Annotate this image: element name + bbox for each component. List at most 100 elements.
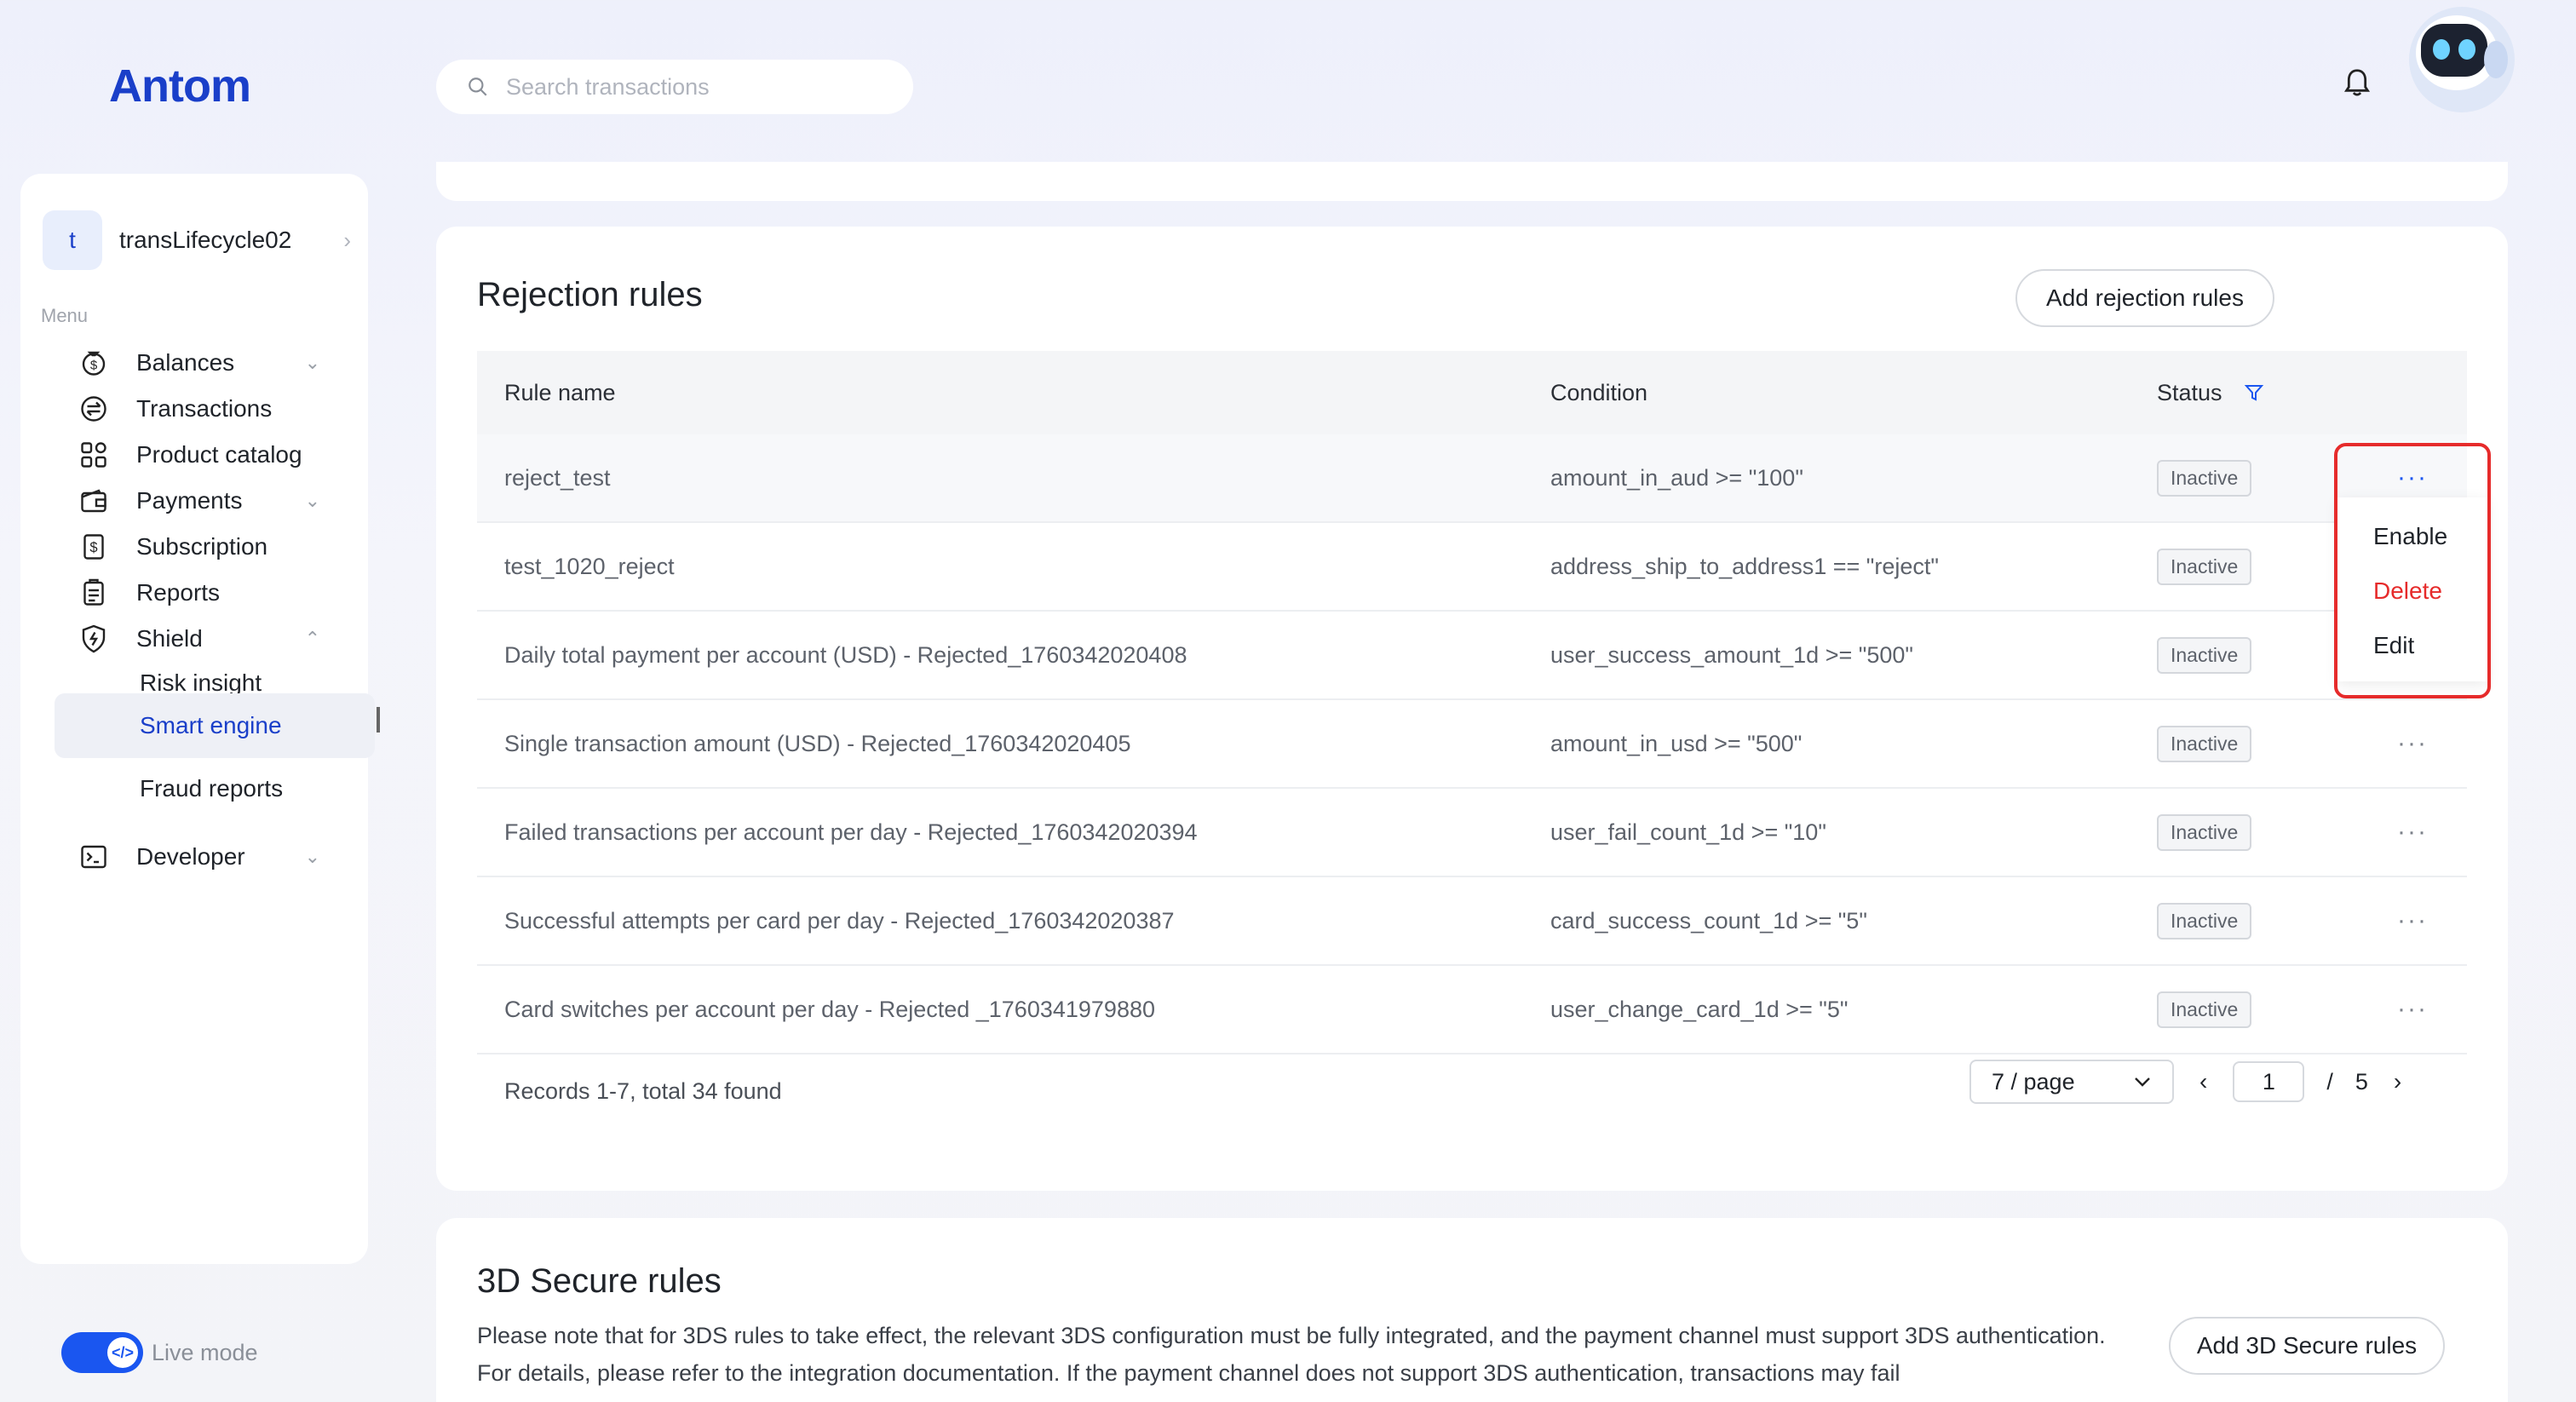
status-badge: Inactive: [2157, 548, 2252, 585]
table-row[interactable]: Daily total payment per account (USD) - …: [477, 612, 2467, 700]
chevron-right-icon: ›: [343, 227, 351, 253]
sidebar-item-label: Balances: [136, 349, 235, 376]
status-badge: Inactive: [2157, 459, 2252, 497]
search-icon: [469, 78, 487, 96]
status-badge: Inactive: [2157, 902, 2252, 939]
add-rejection-rules-button[interactable]: Add rejection rules: [2015, 269, 2274, 327]
three-ds-description: Please note that for 3DS rules to take e…: [477, 1323, 2106, 1386]
table-row[interactable]: Failed transactions per account per day …: [477, 789, 2467, 877]
avatar: t: [43, 210, 102, 270]
scrollbar[interactable]: [377, 707, 380, 733]
status-badge: Inactive: [2157, 636, 2252, 674]
prev-page-icon[interactable]: ‹: [2199, 1068, 2207, 1095]
live-mode-toggle[interactable]: </>: [61, 1332, 143, 1373]
sidebar-item-developer[interactable]: Developer ⌄: [34, 825, 354, 889]
rule-name: Single transaction amount (USD) - Reject…: [504, 730, 1131, 756]
dollar-doc-icon: $: [77, 530, 111, 564]
rule-name: test_1020_reject: [504, 553, 675, 579]
table-row[interactable]: Successful attempts per card per day - R…: [477, 877, 2467, 966]
status-badge: Inactive: [2157, 813, 2252, 851]
column-condition: Condition: [1550, 379, 1648, 405]
rule-condition: card_success_count_1d >= "5": [1550, 907, 1867, 934]
sidebar-item-label: Smart engine: [140, 712, 282, 738]
next-page-icon[interactable]: ›: [2394, 1068, 2401, 1095]
rule-condition: amount_in_usd >= "500": [1550, 730, 1803, 756]
chevron-down-icon: ⌄: [304, 352, 320, 373]
more-actions-icon[interactable]: ···: [2397, 995, 2428, 1024]
sidebar-item-label: Payments: [136, 487, 243, 514]
page-number-input[interactable]: 1: [2233, 1061, 2305, 1102]
table-row[interactable]: Card switches per account per day - Reje…: [477, 966, 2467, 1054]
page-size-select[interactable]: 7 / page: [1969, 1060, 2174, 1104]
code-icon: </>: [107, 1337, 138, 1368]
three-ds-rules-card: 3D Secure rules Please note that for 3DS…: [436, 1218, 2508, 1402]
rule-name: Daily total payment per account (USD) - …: [504, 641, 1187, 668]
sidebar-item-label: Product catalog: [136, 441, 302, 468]
money-bag-icon: $: [77, 346, 111, 380]
rule-condition: amount_in_aud >= "100": [1550, 464, 1803, 491]
more-actions-icon[interactable]: ···: [2397, 906, 2428, 935]
live-mode-switch[interactable]: </> Live mode: [61, 1332, 258, 1373]
rejection-rules-card: Rejection rules Add rejection rules Rule…: [436, 227, 2508, 1191]
rule-condition: user_change_card_1d >= "5": [1550, 996, 1849, 1022]
rule-name: reject_test: [504, 464, 611, 491]
assistant-robot-icon[interactable]: [2385, 0, 2521, 119]
records-count: Records 1-7, total 34 found: [504, 1078, 782, 1104]
column-status-label: Status: [2157, 379, 2222, 405]
add-3ds-rules-button[interactable]: Add 3D Secure rules: [2169, 1317, 2445, 1375]
sidebar-item-smart-engine[interactable]: Smart engine: [55, 693, 375, 758]
sidebar-item-label: Developer: [136, 843, 245, 870]
more-actions-icon[interactable]: ···: [2397, 818, 2428, 847]
sidebar-item-label: Shield: [136, 625, 203, 652]
pagination: 7 / page ‹ 1 / 5 ›: [1969, 1060, 2427, 1104]
sidebar: t transLifecycle02 › Menu $ Balances ⌄ T…: [20, 174, 375, 1264]
bell-icon[interactable]: [2343, 68, 2372, 103]
page-size-value: 7 / page: [1992, 1068, 2075, 1095]
column-rule-name: Rule name: [504, 379, 616, 405]
svg-text:$: $: [90, 359, 98, 373]
grid-icon: [77, 438, 111, 472]
highlight-box: [2334, 443, 2491, 698]
rule-condition: user_success_amount_1d >= "500": [1550, 641, 1913, 668]
previous-card: [436, 162, 2508, 201]
account-switcher[interactable]: t transLifecycle02 ›: [43, 208, 351, 273]
total-pages: 5: [2355, 1068, 2368, 1095]
terminal-icon: [77, 840, 111, 874]
status-badge: Inactive: [2157, 991, 2252, 1028]
clipboard-icon: [77, 576, 111, 610]
rule-condition: user_fail_count_1d >= "10": [1550, 819, 1826, 845]
wallet-icon: [77, 484, 111, 518]
sidebar-item-label: Reports: [136, 579, 221, 606]
rule-name: Successful attempts per card per day - R…: [504, 907, 1175, 934]
search-input[interactable]: Search transactions: [506, 74, 710, 101]
sidebar-item-fraud-reports[interactable]: Fraud reports: [34, 756, 354, 821]
chevron-down-icon: ⌄: [304, 490, 320, 511]
svg-text:$: $: [89, 540, 97, 555]
antom-logo[interactable]: Antom: [109, 60, 251, 112]
chevron-down-icon: [2135, 1077, 2150, 1087]
rejection-rules-title: Rejection rules: [477, 276, 703, 313]
chevron-down-icon: ⌄: [304, 846, 320, 867]
page-separator: /: [2326, 1068, 2333, 1095]
chevron-up-icon: ⌃: [304, 628, 320, 649]
more-actions-icon[interactable]: ···: [2397, 729, 2428, 758]
menu-label: Menu: [41, 305, 89, 326]
rejection-rules-table: Rule name Condition Status reject_test a…: [477, 351, 2467, 1054]
search-bar[interactable]: Search transactions: [436, 60, 913, 114]
table-row[interactable]: test_1020_reject address_ship_to_address…: [477, 523, 2467, 612]
sidebar-item-label: Subscription: [136, 533, 268, 560]
column-status: Status: [2157, 380, 2264, 406]
sidebar-item-label: Fraud reports: [140, 775, 284, 802]
filter-icon[interactable]: [2244, 382, 2264, 404]
three-ds-title: 3D Secure rules: [477, 1262, 722, 1300]
sidebar-item-label: Transactions: [136, 395, 273, 422]
table-row[interactable]: Single transaction amount (USD) - Reject…: [477, 700, 2467, 789]
transfer-icon: [77, 392, 111, 426]
rule-condition: address_ship_to_address1 == "reject": [1550, 553, 1939, 579]
rule-name: Failed transactions per account per day …: [504, 819, 1198, 845]
live-mode-label: Live mode: [152, 1339, 258, 1365]
status-badge: Inactive: [2157, 725, 2252, 762]
table-row[interactable]: reject_test amount_in_aud >= "100" Inact…: [477, 434, 2467, 523]
table-header: Rule name Condition Status: [477, 351, 2467, 434]
account-name: transLifecycle02: [119, 227, 292, 253]
